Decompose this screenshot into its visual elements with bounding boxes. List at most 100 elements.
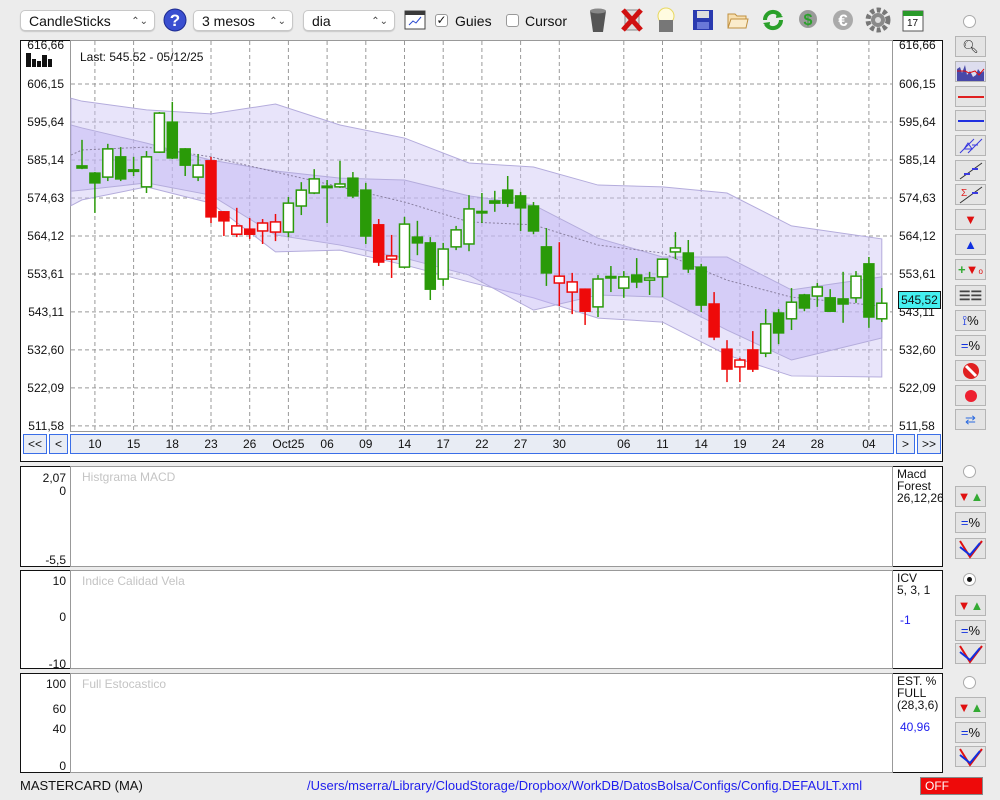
icv-radio[interactable] <box>963 573 976 586</box>
range-percent-button[interactable]: ⟟% <box>955 310 986 331</box>
candle-body <box>114 156 127 180</box>
candle-body <box>643 277 656 281</box>
macd-levels-button[interactable]: =% <box>955 512 986 533</box>
candle-body <box>489 200 501 204</box>
macd-legend-3: 26,12,26 <box>897 491 944 505</box>
icv-plot-area[interactable] <box>70 570 893 669</box>
icv-levels-button[interactable]: =% <box>955 620 986 641</box>
candle-body <box>153 112 166 153</box>
candle-body <box>863 263 875 318</box>
macd-radio[interactable] <box>963 465 976 478</box>
svg-text:Σ: Σ <box>961 188 967 199</box>
grid-lines-button[interactable]: ☰☰ <box>955 285 986 306</box>
candle-body <box>385 255 398 260</box>
down-up-arrows-icon: ▼▲ <box>957 700 984 715</box>
candle-body <box>669 247 682 253</box>
candle-body <box>811 286 824 297</box>
date-label: 11 <box>656 437 669 451</box>
candle-body <box>140 156 153 188</box>
candle-body <box>514 195 527 209</box>
volume-chart-icon <box>956 64 984 81</box>
candle-body <box>411 236 424 244</box>
stoch-y-60: 60 <box>52 702 66 716</box>
blue-up-arrow-icon: ▲ <box>964 237 977 252</box>
macd-y-min: -5,5 <box>45 553 66 567</box>
candle-body <box>218 211 230 222</box>
add-signal-button[interactable]: +▼o <box>955 259 986 280</box>
blue-line-button[interactable] <box>955 110 986 131</box>
stoch-y-40: 40 <box>52 722 66 736</box>
candle-body <box>372 224 385 263</box>
date-label: 10 <box>88 437 102 451</box>
candle-body <box>695 266 707 306</box>
lines-percent-button[interactable]: =% <box>955 335 986 356</box>
off-toggle[interactable]: OFF <box>920 777 983 795</box>
candle-body <box>166 121 179 159</box>
config-path-link[interactable]: /Users/mserra/Library/CloudStorage/Dropb… <box>307 778 862 793</box>
stoch-y-0: 0 <box>59 759 66 773</box>
stochastic-plot-area[interactable] <box>70 673 893 773</box>
stoch-oscillator-button[interactable] <box>955 746 986 767</box>
candle-body <box>772 312 785 334</box>
candle-body <box>463 208 475 245</box>
candle-body <box>321 185 333 189</box>
candle-body <box>734 359 746 368</box>
sell-signal-button[interactable]: ▼ <box>955 209 986 230</box>
record-button[interactable] <box>955 385 986 406</box>
candle-body <box>282 202 295 233</box>
sum-trendline-button[interactable]: Σ <box>955 184 986 205</box>
zoom-button[interactable]: 🔍︎ <box>955 36 986 57</box>
candle-body <box>295 189 308 207</box>
nav-prev-button[interactable]: < <box>49 434 68 454</box>
nav-last-button[interactable]: >> <box>917 434 941 454</box>
candle-body <box>501 189 514 204</box>
channel-button[interactable] <box>955 135 986 156</box>
candle-body <box>231 225 243 235</box>
lines-percent-icon: =% <box>960 725 981 740</box>
icv-signals-button[interactable]: ▼▲ <box>955 595 986 616</box>
date-label: 15 <box>126 437 141 451</box>
reload-arrows-icon: ⇄ <box>965 411 976 427</box>
icv-oscillator-button[interactable] <box>955 643 986 664</box>
macd-signals-button[interactable]: ▼▲ <box>955 486 986 507</box>
clear-button[interactable] <box>955 360 986 381</box>
date-label: 14 <box>694 437 708 451</box>
volume-overlay-button[interactable] <box>955 61 986 82</box>
macd-y-max: 2,07 <box>42 471 66 485</box>
stochastic-title: Full Estocastico <box>82 677 167 691</box>
icv-title: Indice Calidad Vela <box>82 574 185 588</box>
date-label: 22 <box>475 437 489 451</box>
candle-body <box>450 229 462 248</box>
buy-signal-button[interactable]: ▲ <box>955 234 986 255</box>
date-label: 09 <box>359 437 373 451</box>
red-line-button[interactable] <box>955 86 986 107</box>
blue-horizontal-line-icon <box>957 119 984 122</box>
candle-body <box>721 348 733 370</box>
candle-body <box>205 160 217 218</box>
macd-plot-area[interactable] <box>70 466 893 567</box>
macd-oscillator-button[interactable] <box>955 538 986 559</box>
stochastic-radio[interactable] <box>963 676 976 689</box>
candle-body <box>424 242 437 290</box>
icv-y-max: 10 <box>52 574 66 588</box>
red-down-arrow-icon: ▼ <box>964 212 977 227</box>
candle-body <box>850 275 862 299</box>
macd-y-zero: 0 <box>59 484 66 498</box>
reload-button[interactable]: ⇄ <box>955 409 986 430</box>
date-label: 04 <box>862 437 876 451</box>
stoch-signals-button[interactable]: ▼▲ <box>955 697 986 718</box>
bar-chart-icon <box>26 53 52 67</box>
candle-body <box>334 183 346 188</box>
down-up-arrows-icon: ▼▲ <box>957 489 984 504</box>
nav-first-button[interactable]: << <box>23 434 47 454</box>
date-label: 19 <box>733 437 747 451</box>
oscillator-icon <box>958 747 983 767</box>
candle-body <box>579 288 591 312</box>
date-label: 06 <box>617 437 631 451</box>
candle-body <box>243 228 256 235</box>
oscillator-icon <box>958 539 983 559</box>
date-label: 17 <box>436 437 450 451</box>
trendline-button[interactable] <box>955 160 986 181</box>
stoch-levels-button[interactable]: =% <box>955 722 986 743</box>
nav-next-button[interactable]: > <box>896 434 915 454</box>
